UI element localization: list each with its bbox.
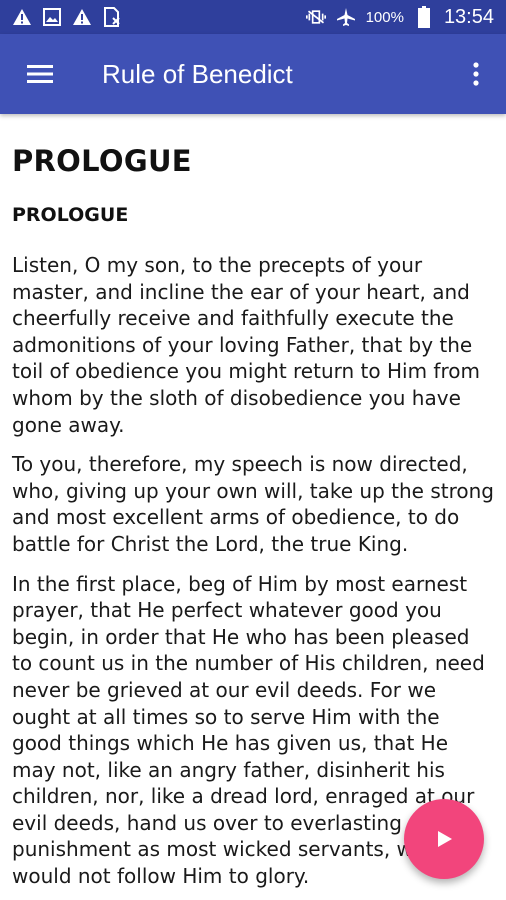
more-options-button[interactable] <box>456 54 496 94</box>
sim-card-icon <box>102 7 122 27</box>
play-button[interactable] <box>404 799 484 879</box>
notification-icons <box>12 7 122 27</box>
hamburger-menu-icon <box>27 65 53 83</box>
play-icon <box>438 831 452 847</box>
app-bar: Rule of Benedict <box>0 34 506 114</box>
menu-button[interactable] <box>20 54 60 94</box>
vibrate-icon <box>305 7 326 27</box>
image-icon <box>42 7 62 27</box>
warning-icon <box>72 7 92 27</box>
status-bar: 100% 13:54 <box>0 0 506 34</box>
app-title: Rule of Benedict <box>102 58 293 89</box>
battery-percentage: 100% <box>365 8 404 26</box>
warning-icon <box>12 7 32 27</box>
paragraph: To you, therefore, my speech is now dire… <box>12 452 494 556</box>
airplane-icon <box>336 7 356 27</box>
paragraph: Listen, O my son, to the precepts of you… <box>12 253 480 437</box>
more-vert-icon <box>473 62 479 86</box>
page-title: PROLOGUE <box>12 144 192 178</box>
clock: 13:54 <box>443 5 494 28</box>
reading-content[interactable]: PROLOGUE PROLOGUE Listen, O my son, to t… <box>0 114 506 900</box>
system-indicators: 100% 13:54 <box>305 5 494 29</box>
battery-icon <box>414 6 434 28</box>
section-title: PROLOGUE <box>12 204 129 226</box>
